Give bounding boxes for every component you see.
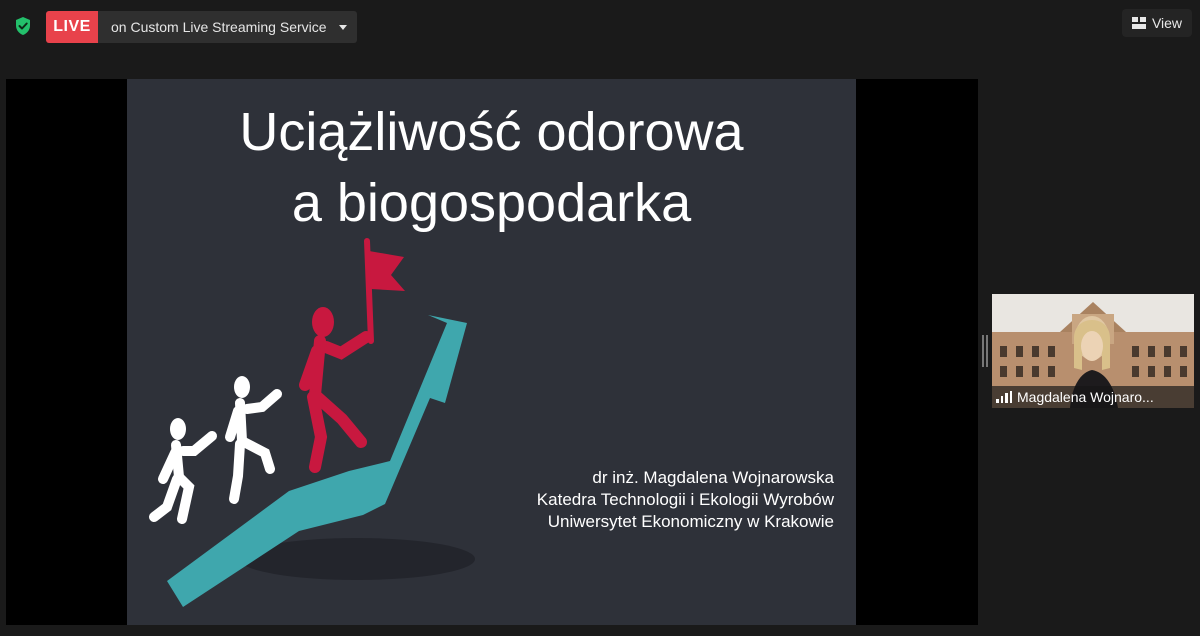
walking-figure-1 xyxy=(149,418,217,524)
flag-icon xyxy=(369,251,405,291)
walking-figure-2 xyxy=(225,376,282,504)
slide-author-block: dr inż. Magdalena Wojnarowska Katedra Te… xyxy=(537,467,834,533)
caret-down-icon[interactable] xyxy=(339,24,347,30)
presentation-slide: Uciążliwość odorowa a biogospodarka dr i… xyxy=(127,79,856,625)
slide-title-line-2: a biogospodarka xyxy=(291,173,692,233)
participant-name-bar: Magdalena Wojnaro... xyxy=(992,386,1194,408)
participant-name: Magdalena Wojnaro... xyxy=(1017,389,1154,405)
live-stream-menu[interactable]: LIVE on Custom Live Streaming Service xyxy=(46,11,357,43)
live-badge: LIVE xyxy=(46,11,98,43)
shield-check-icon[interactable] xyxy=(13,16,33,36)
panel-resize-handle[interactable] xyxy=(982,335,988,367)
slide-title-line-1: Uciążliwość odorowa xyxy=(239,102,744,162)
author-university: Uniwersytet Ekonomiczny w Krakowie xyxy=(547,512,834,531)
participant-video-tile[interactable]: Magdalena Wojnaro... xyxy=(992,294,1194,408)
shared-screen: Uciążliwość odorowa a biogospodarka dr i… xyxy=(6,79,978,625)
view-label: View xyxy=(1151,15,1183,31)
grid-icon xyxy=(1131,17,1146,29)
author-department: Katedra Technologii i Ekologii Wyrobów xyxy=(536,490,834,509)
signal-bars-icon xyxy=(996,391,1012,403)
view-button[interactable]: View xyxy=(1122,9,1192,37)
author-name: dr inż. Magdalena Wojnarowska xyxy=(592,468,834,487)
leader-figure xyxy=(299,307,372,473)
live-service-label: on Custom Live Streaming Service xyxy=(111,19,327,35)
slide-title: Uciążliwość odorowa a biogospodarka xyxy=(127,97,856,239)
